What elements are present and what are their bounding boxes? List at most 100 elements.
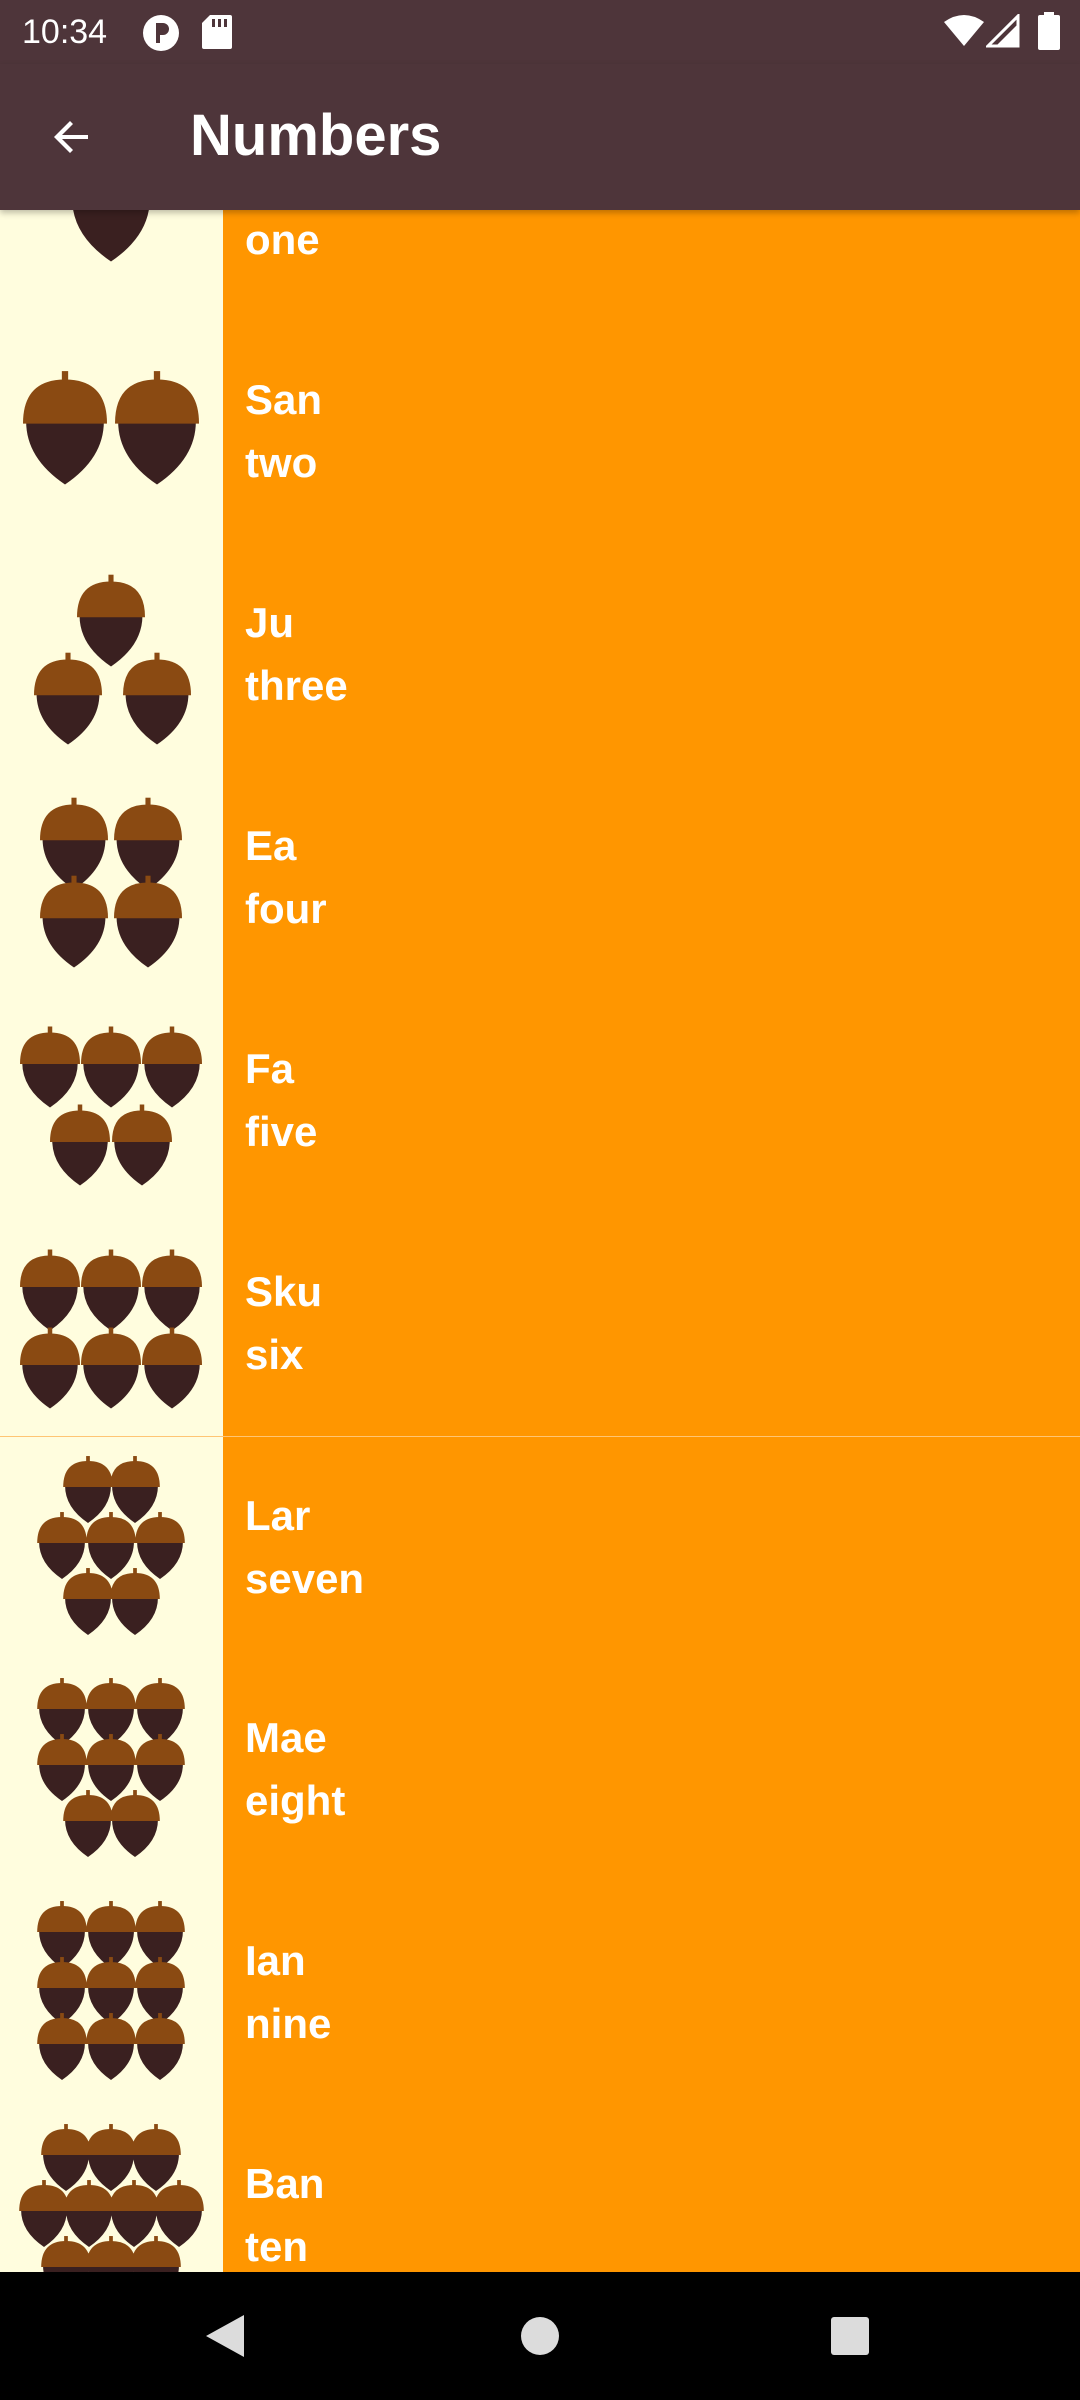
number-text: Ian nine [245,1929,331,2055]
acorn-icon [131,2124,181,2191]
acorn-icon [64,2180,114,2247]
sd-card-icon [202,14,232,55]
back-button[interactable] [32,97,112,177]
acorns-icon [20,1249,202,1409]
number-text: Mae eight [245,1706,345,1832]
miwok-word: Mae [245,1714,327,1761]
acorn-icon [114,875,182,968]
number-text: Sku six [245,1260,322,1386]
number-text: Fa five [245,1037,317,1163]
acorn-image [0,1437,223,1660]
acorn-icon [23,371,107,485]
acorn-icon [40,875,108,968]
miwok-word: Ju [245,599,295,646]
acorn-icon [142,1327,202,1409]
number-text: Ban ten [245,2152,324,2272]
english-word: eight [245,1777,346,1824]
list-item[interactable]: Ju three [0,544,1080,767]
acorn-icon [50,1104,110,1186]
miwok-word: Ea [245,822,297,869]
acorn-icon [19,2180,69,2247]
numbers-list[interactable]: Luttione San two Ju three Ea four Fa five Sku six L… [0,210,1080,2272]
acorn-icon [37,1734,87,1801]
acorn-icon [135,1734,185,1801]
acorn-image [0,990,223,1213]
number-text: Ju three [245,591,348,717]
miwok-word: Fa [245,1045,295,1092]
list-item[interactable]: Luttione [0,210,1080,321]
english-word: ten [245,2223,308,2270]
miwok-word: Lar [245,1492,311,1539]
acorn-icon [34,652,102,745]
acorns-icon [37,1456,185,1635]
english-word: three [245,662,348,709]
acorn-icon [86,1734,136,1801]
navigation-bar [0,2272,1080,2400]
nav-recents-button[interactable] [810,2296,890,2376]
app-bar: Numbers [0,64,1080,210]
acorn-icon [37,2013,87,2080]
acorns-icon [73,210,149,262]
english-word: six [245,1331,304,1378]
nav-home-button[interactable] [500,2296,580,2376]
list-item[interactable]: Fa five [0,990,1080,1213]
acorn-icon [142,1249,202,1331]
acorn-icon [135,2013,185,2080]
status-time: 10:34 [22,13,108,51]
acorn-image [0,544,223,767]
acorn-image [0,2105,223,2272]
acorn-icon [81,1327,141,1409]
numbers-list-content: Luttione San two Ju three Ea four Fa five Sku six L… [0,210,1080,2272]
number-text: San two [245,368,322,494]
miwok-word: San [245,376,323,423]
acorns-icon [37,1678,185,1857]
acorn-icon [37,1512,87,1579]
acorn-icon [154,2180,204,2247]
acorn-icon [81,1026,141,1108]
acorn-icon [110,1568,160,1635]
nav-recents-icon [831,2317,869,2355]
miwok-word: Ian [245,1937,306,1984]
acorn-icon [123,652,191,745]
acorn-icon [110,1456,160,1523]
list-item[interactable]: Lar seven [0,1436,1080,1660]
english-word: seven [245,1555,365,1602]
arrow-back-icon [54,121,88,153]
list-item[interactable]: Mae eight [0,1659,1080,1882]
acorn-icon [110,1790,160,1857]
list-item[interactable]: Ea four [0,767,1080,990]
list-item[interactable]: San two [0,321,1080,544]
cell-signal-icon [984,12,1020,53]
acorn-icon [73,210,149,262]
acorn-icon [86,2124,136,2191]
status-bar: 10:34 [0,0,1080,64]
acorn-image [0,210,223,321]
list-item[interactable]: Sku six [0,1213,1080,1436]
nav-home-icon [521,2317,559,2355]
acorn-icon [20,1026,80,1108]
acorns-icon [40,797,182,968]
acorn-icon [109,2180,159,2247]
acorn-icon [86,2013,136,2080]
acorn-icon [135,1512,185,1579]
miwok-word: Sku [245,1268,323,1315]
wifi-icon [944,14,984,53]
acorn-image [0,1659,223,1882]
list-item[interactable]: Ban ten [0,2105,1080,2272]
app-notification-icon [142,14,180,57]
nav-back-button[interactable] [185,2296,265,2376]
acorn-icon [77,574,145,667]
number-text: Lar seven [245,1484,364,1610]
acorn-image [0,1213,223,1436]
acorns-icon [37,1901,185,2080]
number-text: Ea four [245,814,327,940]
acorns-icon [23,371,199,485]
acorn-icon [63,1790,113,1857]
acorns-icon [19,2124,204,2272]
english-word: four [245,885,327,932]
acorn-icon [112,1104,172,1186]
english-word: one [245,216,320,263]
list-item[interactable]: Ian nine [0,1882,1080,2105]
miwok-word: Ban [245,2160,325,2207]
acorn-icon [115,371,199,485]
